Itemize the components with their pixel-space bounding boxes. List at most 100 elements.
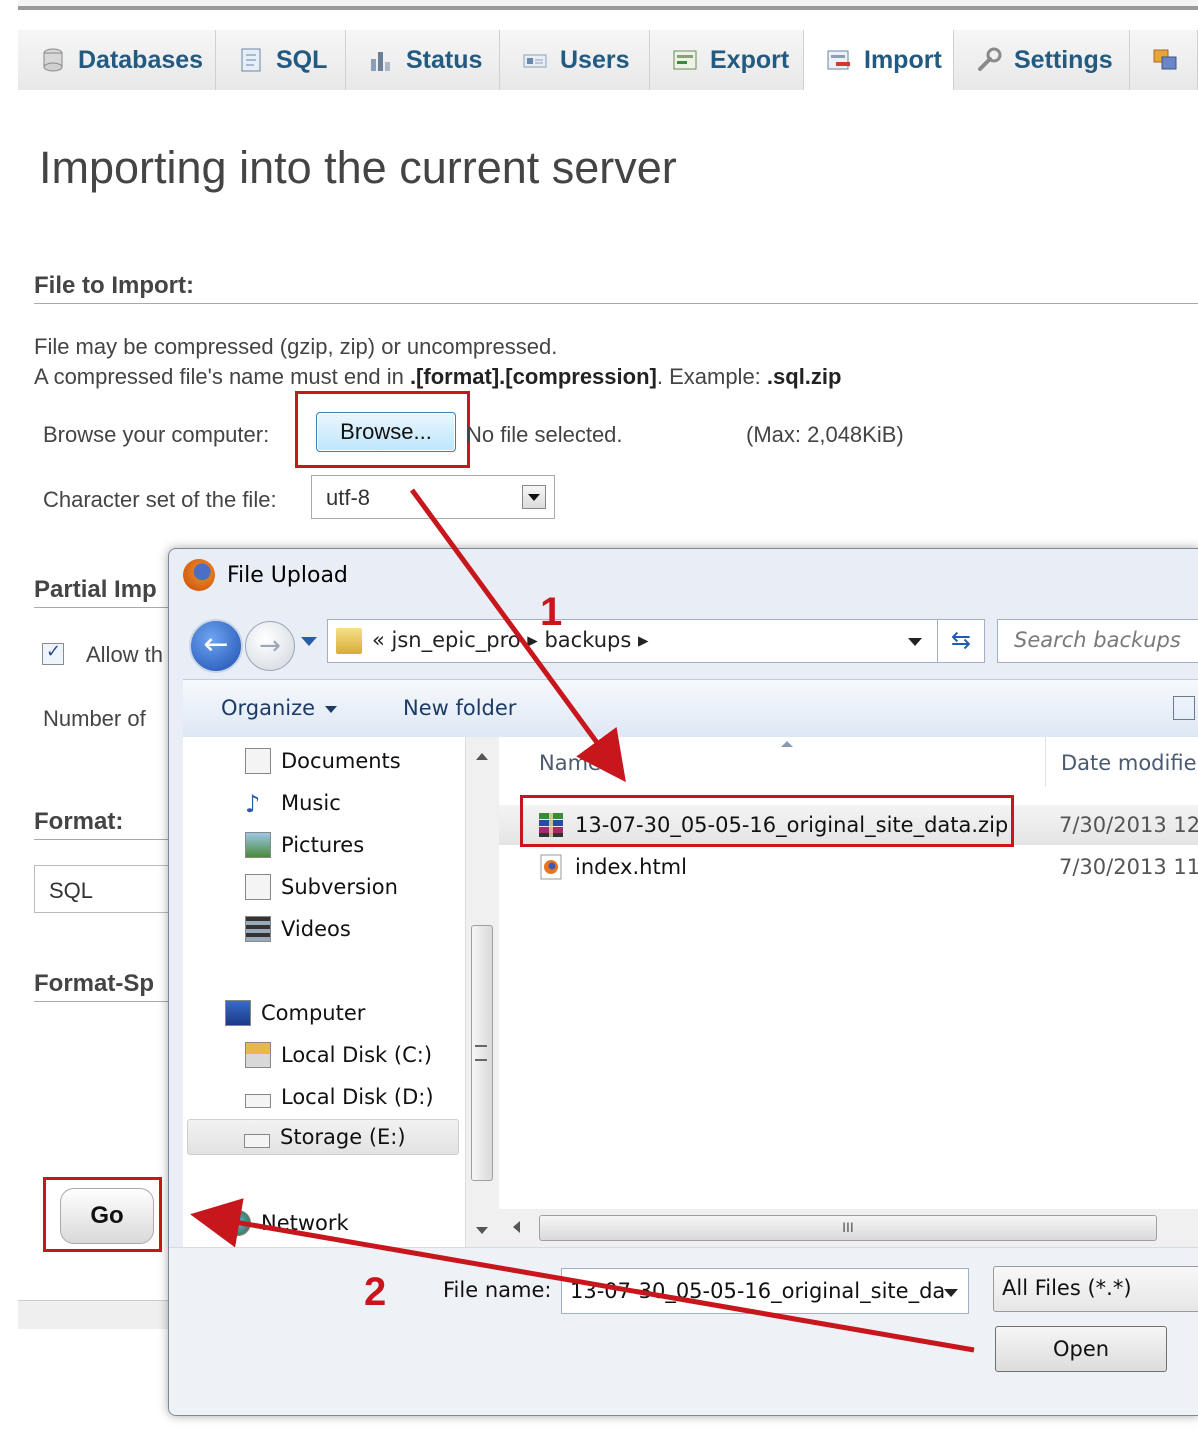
nav-item-videos[interactable]: Videos bbox=[245, 911, 351, 947]
tab-status[interactable]: Status bbox=[346, 30, 500, 90]
file-type-filter[interactable]: All Files (*.*) bbox=[993, 1266, 1198, 1312]
tab-export[interactable]: Export bbox=[650, 30, 804, 90]
compress-note: File may be compressed (gzip, zip) or un… bbox=[34, 334, 558, 359]
sort-ascending-icon bbox=[781, 741, 793, 747]
max-size-text: (Max: 2,048KiB) bbox=[746, 422, 904, 447]
wrench-icon bbox=[976, 47, 1002, 73]
tab-databases[interactable]: Databases bbox=[18, 30, 216, 90]
format-specific-heading: Format-Sp bbox=[34, 970, 154, 997]
divider bbox=[34, 1001, 168, 1002]
nav-item-label: Network bbox=[261, 1211, 349, 1235]
nav-item-local-disk-d[interactable]: Local Disk (D:) bbox=[245, 1079, 434, 1115]
nav-item-network[interactable]: Network bbox=[225, 1205, 349, 1241]
column-header-name[interactable]: Name bbox=[539, 751, 601, 775]
chevron-down-icon[interactable] bbox=[944, 1289, 958, 1297]
refresh-icon[interactable]: ⇆ bbox=[937, 619, 985, 663]
tab-label: Settings bbox=[1014, 45, 1113, 74]
file-name-input[interactable]: 13-07-30_05-05-16_original_site_da bbox=[561, 1268, 969, 1314]
file-date: 7/30/2013 12 bbox=[1059, 813, 1198, 837]
disk-icon bbox=[245, 1094, 271, 1108]
nav-item-documents[interactable]: Documents bbox=[245, 743, 401, 779]
file-section-heading: File to Import: bbox=[34, 272, 194, 299]
step-2-label: 2 bbox=[364, 1270, 387, 1314]
nav-item-pictures[interactable]: Pictures bbox=[245, 827, 364, 863]
number-label: Number of bbox=[43, 706, 146, 731]
disk-icon bbox=[245, 1042, 271, 1068]
tab-more[interactable] bbox=[1130, 30, 1198, 90]
tab-label: Databases bbox=[78, 45, 204, 74]
tab-label: Users bbox=[560, 45, 630, 74]
views-icon[interactable] bbox=[1173, 696, 1195, 720]
folder-icon bbox=[336, 628, 362, 654]
divider bbox=[34, 839, 168, 840]
navigation-pane: Documents ♪ Music Pictures Subversion Vid… bbox=[183, 737, 466, 1247]
nav-item-label: Subversion bbox=[281, 875, 398, 899]
chevron-down-icon[interactable] bbox=[908, 638, 922, 646]
no-file-text: No file selected. bbox=[466, 422, 623, 447]
back-arrow-icon[interactable]: ← bbox=[189, 619, 243, 673]
file-date: 7/30/2013 11 bbox=[1059, 855, 1198, 879]
allow-interrupt-checkbox[interactable] bbox=[42, 641, 64, 665]
open-button[interactable]: Open bbox=[995, 1326, 1167, 1372]
nav-item-label: Videos bbox=[281, 917, 351, 941]
new-folder-button[interactable]: New folder bbox=[403, 696, 516, 720]
network-icon bbox=[225, 1210, 251, 1236]
column-header-date[interactable]: Date modifie bbox=[1061, 751, 1197, 775]
file-list-hscroll[interactable]: III bbox=[499, 1209, 1198, 1247]
dialog-footer: File name: 13-07-30_05-05-16_original_si… bbox=[169, 1247, 1198, 1415]
nav-item-label: Documents bbox=[281, 749, 401, 773]
history-dropdown-icon[interactable] bbox=[301, 637, 317, 646]
nav-item-subversion[interactable]: Subversion bbox=[245, 869, 398, 905]
disk-icon bbox=[244, 1134, 270, 1148]
file-name-label: File name: bbox=[443, 1278, 552, 1302]
grip-icon bbox=[475, 1045, 487, 1061]
import-icon bbox=[826, 47, 852, 73]
nav-scrollbar[interactable] bbox=[465, 737, 500, 1247]
pictures-icon bbox=[245, 832, 271, 858]
nav-item-storage-e[interactable]: Storage (E:) bbox=[187, 1119, 459, 1155]
tab-import[interactable]: Import bbox=[804, 30, 954, 90]
tab-label: Export bbox=[710, 45, 790, 74]
tab-label: SQL bbox=[276, 45, 328, 74]
export-icon bbox=[672, 47, 698, 73]
nav-item-label: Computer bbox=[261, 1001, 366, 1025]
database-icon bbox=[40, 47, 66, 73]
nav-item-label: Local Disk (D:) bbox=[281, 1085, 434, 1109]
forward-arrow-icon[interactable]: → bbox=[245, 621, 295, 671]
format-section-heading: Format: bbox=[34, 808, 124, 835]
tab-bar: Databases SQL Status Users Export Import… bbox=[18, 30, 1198, 90]
scroll-down-icon[interactable] bbox=[476, 1227, 488, 1234]
address-bar[interactable]: « jsn_epic_pro ▸ backups ▸ bbox=[327, 619, 983, 663]
firefox-icon bbox=[183, 559, 215, 591]
top-strip bbox=[18, 0, 1198, 10]
browse-label: Browse your computer: bbox=[43, 422, 270, 447]
charset-label: Character set of the file: bbox=[43, 487, 277, 512]
allow-label: Allow th bbox=[86, 642, 164, 667]
nav-item-music[interactable]: ♪ Music bbox=[245, 785, 341, 821]
dialog-toolbar: Organize New folder bbox=[183, 679, 1198, 739]
file-upload-dialog: File Upload ← → « jsn_epic_pro ▸ backups… bbox=[168, 548, 1198, 1416]
tab-users[interactable]: Users bbox=[500, 30, 650, 90]
scroll-up-icon[interactable] bbox=[476, 753, 488, 760]
tab-sql[interactable]: SQL bbox=[216, 30, 346, 90]
nav-item-label: Pictures bbox=[281, 833, 365, 857]
nav-item-computer[interactable]: Computer bbox=[225, 995, 365, 1031]
organize-button[interactable]: Organize bbox=[221, 696, 315, 720]
firefox-html-icon bbox=[537, 853, 565, 881]
scroll-left-icon[interactable] bbox=[513, 1221, 520, 1233]
file-row[interactable]: index.html 7/30/2013 11 bbox=[499, 847, 1198, 887]
highlight-box-browse bbox=[295, 391, 470, 468]
tab-settings[interactable]: Settings bbox=[954, 30, 1130, 90]
nav-item-label: Storage (E:) bbox=[280, 1125, 406, 1149]
tab-label: Status bbox=[406, 45, 483, 74]
search-input[interactable]: Search backups bbox=[997, 619, 1198, 663]
highlight-box-zip-file bbox=[520, 795, 1014, 847]
highlight-box-go bbox=[43, 1177, 162, 1252]
nav-item-local-disk-c[interactable]: Local Disk (C:) bbox=[245, 1037, 432, 1073]
footer-bar bbox=[18, 1300, 178, 1329]
charset-select[interactable]: utf-8 bbox=[311, 475, 555, 519]
status-chart-icon bbox=[368, 47, 394, 73]
music-icon: ♪ bbox=[245, 790, 261, 818]
scroll-thumb[interactable]: III bbox=[539, 1215, 1157, 1241]
videos-icon bbox=[245, 916, 271, 942]
